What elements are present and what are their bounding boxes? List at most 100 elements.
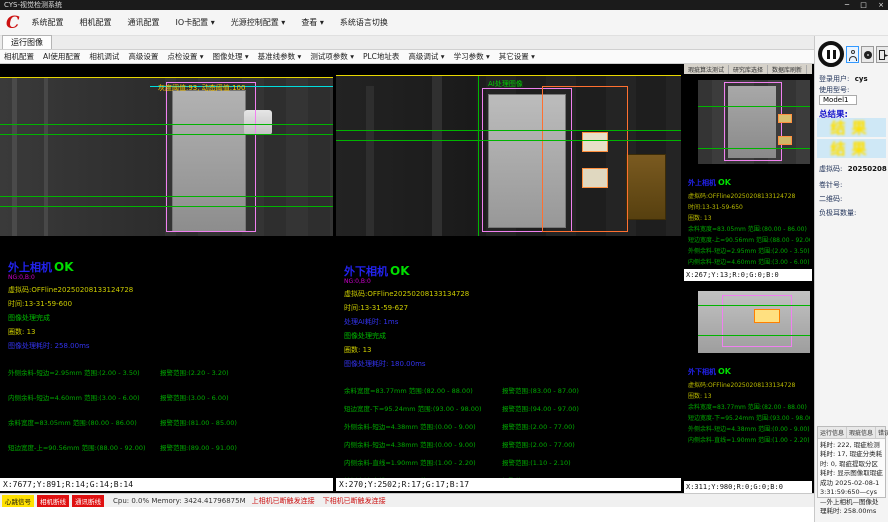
result-ok-label: OK — [718, 367, 731, 376]
measurement-row: 余料宽度=83.77mm 范围:(82.00 - 88.00)报警范围:(83.… — [344, 385, 679, 395]
measurement-line: 外侧余料-短边=2.95mm 范围:(2.00 - 3.50) — [688, 246, 810, 255]
camera-icon[interactable] — [861, 46, 874, 63]
log-panel: 运行信息 瑕疵信息 错误信息 耗时: 222, 瑕疵检测耗时: 17, 瑕疵分类… — [817, 426, 886, 498]
menu-comm-config[interactable]: 通讯配置 — [126, 15, 162, 30]
virtual-code-line: 虚拟码:OFFline20250208133124728 — [688, 191, 810, 200]
virtual-code-label: 虚拟码: — [819, 165, 842, 173]
tool-plc-address[interactable]: PLC地址表 — [363, 51, 399, 62]
tool-other-settings[interactable]: 其它设置 ▾ — [499, 51, 535, 62]
measurement-line: 余料宽度=83.05mm 范围:(80.00 - 86.00) — [688, 224, 810, 233]
result-text-lower-outer: 外下相机OK NG:0,B:0 虚拟码:OFFline2025020813313… — [344, 260, 679, 493]
needle-label: 卷针号: — [819, 181, 842, 189]
database-refresh-button[interactable]: 数据库刷新 — [768, 65, 807, 74]
qr-row: 二维码: — [819, 194, 885, 204]
measurement-row: 内侧余料-直线=1.90mm 范围:(1.00 - 2.20)报警范围:(1.1… — [344, 457, 679, 467]
loop-count-line: 圈数: 13 — [688, 391, 810, 400]
tool-learning-params[interactable]: 学习参数 ▾ — [454, 51, 490, 62]
measure-line-green — [0, 134, 333, 135]
roi-outline — [724, 82, 782, 161]
measurement-value: 余料宽度=83.05mm 范围:(80.00 - 86.00) — [8, 417, 160, 427]
tool-advanced-debug[interactable]: 高级调试 ▾ — [408, 51, 444, 62]
threshold-overlay-label: 灰度阈值:93, 动态阈值:100 — [158, 83, 245, 93]
process-done-line: 图像处理完成 — [8, 313, 331, 323]
model-select[interactable]: Model1 — [819, 95, 857, 105]
camera-offline-badge: 相机断线 — [37, 495, 69, 507]
tool-camera-config[interactable]: 相机配置 — [4, 51, 34, 62]
tool-spotcheck-settings[interactable]: 点检设置 ▾ — [167, 51, 203, 62]
tool-test-params[interactable]: 测试项参数 ▾ — [310, 51, 354, 62]
tool-baseline-params[interactable]: 基准线参数 ▾ — [258, 51, 302, 62]
close-button[interactable]: × — [878, 0, 884, 10]
process-done-line: 图像处理完成 — [344, 331, 679, 341]
tab-defect-info[interactable]: 瑕疵信息 — [847, 427, 876, 438]
time-line: 时间:13-31-59-650 — [688, 202, 810, 211]
time-line: 时间:13-31-59-627 — [344, 303, 679, 313]
pixel-coordinates-bar: X:311;Y:980;R:0;G:0;B:0 — [684, 481, 812, 493]
tool-ai-config[interactable]: AI使用配置 — [43, 51, 80, 62]
machine-background — [336, 76, 476, 236]
tab-highlight — [582, 168, 608, 188]
maximize-button[interactable]: □ — [860, 0, 867, 10]
preview-image-top[interactable] — [698, 80, 810, 164]
main-view-area: 灰度阈值:93, 动态阈值:100 外上相机OK NG:0,B:0 虚拟码:OF… — [0, 64, 814, 493]
tab-run-info[interactable]: 运行信息 — [818, 427, 847, 438]
loop-count-line: 圈数: 13 — [688, 213, 810, 222]
tool-camera-debug[interactable]: 相机调试 — [89, 51, 119, 62]
pixel-coordinates-bar: X:267;Y:13;R:0;G:0;B:0 — [684, 269, 812, 281]
user-icon[interactable] — [846, 46, 859, 63]
menu-light-config[interactable]: 光源控制配置 ▾ — [229, 15, 288, 30]
tab-highlight — [582, 132, 608, 152]
machine-background — [0, 78, 165, 236]
tab-error-info[interactable]: 错误信息 — [876, 427, 888, 438]
camera-image-lower-outer[interactable]: AI处理图像 — [336, 75, 681, 236]
measurement-value: 外侧余料-短边=4.38mm 范围:(0.00 - 9.00) — [344, 421, 502, 431]
camera-image-upper-outer[interactable]: 灰度阈值:93, 动态阈值:100 — [0, 77, 333, 236]
camera-name-label: 外下相机 — [688, 368, 716, 376]
measurement-list: 余料宽度=83.77mm 范围:(82.00 - 88.00)报警范围:(83.… — [344, 385, 679, 485]
minimize-button[interactable]: ─ — [845, 0, 849, 10]
app-window: CYS-视觉检测系统 ─ □ × C 系统配置 相机配置 通讯配置 IO卡配置 … — [0, 0, 888, 522]
preview-panel-bottom: 外下相机OK 虚拟码:OFFline20250208133134728 圈数: … — [684, 285, 812, 493]
defect-algo-test-button[interactable]: 瑕疵算法测试 — [684, 65, 729, 74]
camera-name-label: 外上相机 — [688, 179, 716, 187]
needle-row: 卷针号: — [819, 180, 885, 190]
virtual-code-line: 虚拟码:OFFline20250208133134728 — [344, 289, 679, 299]
pixel-coordinates-bar: X:270;Y:2502;R:17;G:17;B:17 — [336, 478, 681, 491]
alarm-range: 报警范围:(2.00 - 77.00) — [502, 439, 679, 449]
control-panel: ► 登录用户: cys 使用型号: Model1 总结果: 结果 结果 虚拟码:… — [814, 36, 888, 522]
neg-tab-row: 负极耳数量: — [819, 208, 885, 218]
menu-system-config[interactable]: 系统配置 — [30, 15, 66, 30]
result-ok-label: OK — [718, 178, 731, 187]
preview-image-bottom[interactable] — [698, 291, 810, 353]
library-select-button[interactable]: 研究库选择 — [729, 65, 768, 74]
menu-language[interactable]: 系统语言切换 — [338, 15, 390, 30]
menu-camera-config[interactable]: 相机配置 — [78, 15, 114, 30]
alarm-range: 报警范围:(83.00 - 87.00) — [502, 385, 679, 395]
heartbeat-badge: 心跳信号 — [2, 495, 34, 507]
login-user-label: 登录用户: — [819, 75, 849, 83]
pause-button[interactable] — [818, 41, 844, 67]
logout-icon[interactable]: ► — [876, 46, 888, 63]
menu-view[interactable]: 查看 ▾ — [299, 15, 326, 30]
menubar: C 系统配置 相机配置 通讯配置 IO卡配置 ▾ 光源控制配置 ▾ 查看 ▾ 系… — [0, 10, 888, 36]
measurement-row: 余料宽度=83.05mm 范围:(80.00 - 86.00)报警范围:(81.… — [8, 417, 331, 427]
tool-advanced-settings[interactable]: 高级设置 — [128, 51, 158, 62]
tool-image-processing[interactable]: 图像处理 ▾ — [213, 51, 249, 62]
time-line: 时间:13-31-59-600 — [8, 299, 331, 309]
statusbar: 心跳信号 相机断线 通讯断线 Cpu: 0.0% Memory: 3424.41… — [0, 493, 814, 507]
comm-offline-badge: 通讯断线 — [72, 495, 104, 507]
titlebar: CYS-视觉检测系统 ─ □ × — [0, 0, 888, 10]
model-label: 使用型号: — [819, 86, 849, 94]
measurement-value: 余料宽度=83.77mm 范围:(82.00 - 88.00) — [344, 385, 502, 395]
menu-io-config[interactable]: IO卡配置 ▾ — [174, 15, 217, 30]
tab-run-image[interactable]: 运行图像 — [2, 35, 52, 49]
preview-text-top: 外上相机OK 虚拟码:OFFline20250208133124728 时间:1… — [688, 170, 810, 266]
login-user-value: cys — [855, 75, 868, 83]
camera-name-label: 外上相机 — [8, 261, 52, 274]
ai-overlay-label: AI处理图像 — [488, 79, 523, 89]
log-tabs: 运行信息 瑕疵信息 错误信息 — [818, 427, 885, 439]
ng-counter-label: NG:0,B:0 — [8, 274, 331, 281]
preview-toolbar: 瑕疵算法测试 研究库选择 数据库刷新 — [684, 64, 812, 74]
loop-count-line: 圈数: 13 — [8, 327, 331, 337]
measurement-line: 外侧余料-短边=4.38mm 范围:(0.00 - 9.00) — [688, 424, 810, 433]
